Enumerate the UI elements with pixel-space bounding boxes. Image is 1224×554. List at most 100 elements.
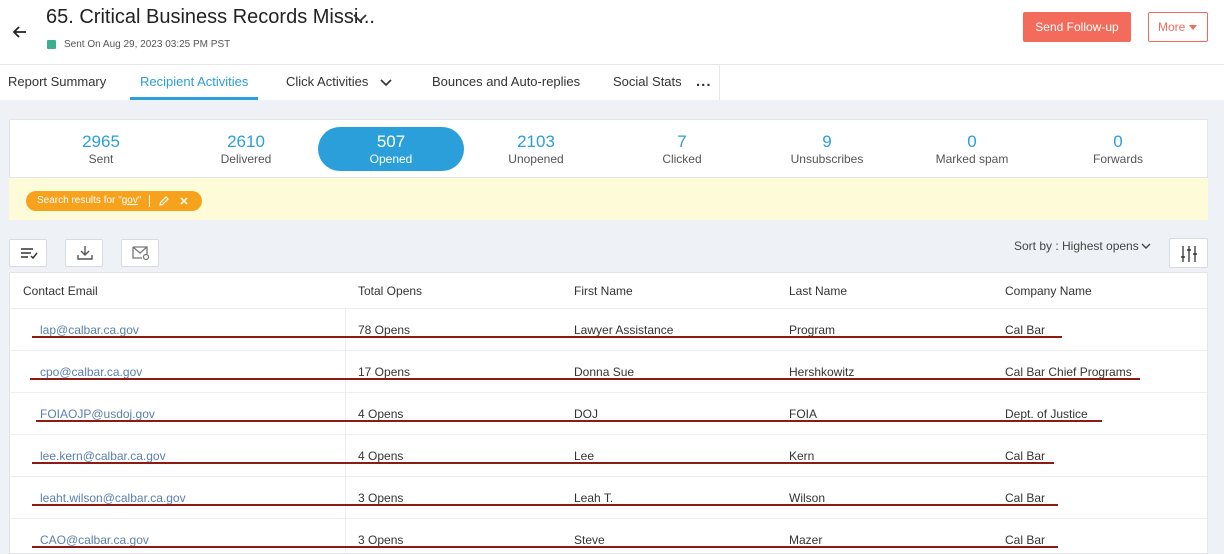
chip-query: gov [121, 195, 138, 206]
annotation-underline [32, 546, 1058, 548]
stat-label: Delivered [220, 152, 272, 166]
report-tabs: Report Summary Recipient Activities Clic… [0, 64, 720, 100]
status-text: Sent On Aug 29, 2023 03:25 PM PST [64, 39, 230, 50]
company-name-cell: Cal Bar [1005, 491, 1046, 505]
stat-value: 9 [822, 132, 832, 151]
contact-email-link[interactable]: leaht.wilson@calbar.ca.gov [40, 491, 186, 505]
status-indicator [47, 40, 56, 49]
stat-label: Marked spam [935, 152, 1009, 166]
total-opens-cell: 3 Opens [358, 533, 404, 547]
total-opens-cell: 3 Opens [358, 491, 404, 505]
download-button[interactable] [65, 239, 103, 267]
first-name-cell: Lawyer Assistance [574, 323, 674, 337]
stat-value: 2103 [517, 132, 555, 151]
tabbar-background [720, 64, 1224, 100]
column-divider [345, 519, 346, 554]
stat-unopened[interactable]: 2103 Unopened [463, 132, 609, 167]
column-settings-button[interactable] [1169, 238, 1208, 268]
back-arrow-icon[interactable] [10, 22, 30, 42]
stat-value: 2610 [227, 132, 265, 151]
stat-sent[interactable]: 2965 Sent [28, 132, 174, 167]
stat-value: 0 [967, 132, 977, 151]
annotation-underline [32, 462, 1054, 464]
table-row[interactable]: CAO@calbar.ca.gov 3 Opens Steve Mazer Ca… [10, 518, 1207, 554]
company-name-cell: Cal Bar [1005, 533, 1046, 547]
stat-label: Opened [369, 152, 413, 166]
chip-prefix: Search results for " [37, 195, 122, 206]
column-header-contact-email[interactable]: Contact Email [23, 284, 98, 298]
more-tabs-button[interactable]: ... [696, 73, 712, 90]
sort-dropdown[interactable]: Sort by : Highest opens [1014, 239, 1139, 253]
contact-email-link[interactable]: cpo@calbar.ca.gov [40, 365, 142, 379]
tab-bounces-auto-replies[interactable]: Bounces and Auto-replies [432, 74, 580, 89]
first-name-cell: Steve [574, 533, 605, 547]
mail-settings-button[interactable] [121, 239, 159, 267]
chevron-down-icon[interactable] [1141, 243, 1151, 250]
last-name-cell: Mazer [789, 533, 823, 547]
stat-marked-spam[interactable]: 0 Marked spam [899, 132, 1045, 167]
first-name-cell: DOJ [574, 407, 598, 421]
stat-unsubscribes[interactable]: 9 Unsubscribes [754, 132, 900, 167]
more-label: More [1158, 20, 1186, 34]
table-row[interactable]: cpo@calbar.ca.gov 17 Opens Donna Sue Her… [10, 350, 1207, 393]
company-name-cell: Dept. of Justice [1005, 407, 1088, 421]
list-filter-icon [21, 248, 38, 260]
stat-label: Forwards [1092, 152, 1143, 166]
column-header-company-name[interactable]: Company Name [1005, 284, 1092, 298]
stat-clicked[interactable]: 7 Clicked [609, 132, 755, 167]
stat-opened[interactable]: 507 Opened [318, 132, 464, 167]
tab-social-stats[interactable]: Social Stats [613, 74, 682, 89]
chevron-down-icon[interactable] [352, 12, 368, 24]
edit-pencil-icon[interactable] [158, 195, 170, 207]
stat-value: 7 [677, 132, 687, 151]
tab-recipient-activities[interactable]: Recipient Activities [140, 74, 248, 89]
total-opens-cell: 4 Opens [358, 407, 404, 421]
tab-click-activities[interactable]: Click Activities [286, 74, 368, 89]
contact-email-link[interactable]: CAO@calbar.ca.gov [40, 533, 149, 547]
stat-delivered[interactable]: 2610 Delivered [173, 132, 319, 167]
stat-value: 507 [376, 132, 406, 151]
table-row[interactable]: FOIAOJP@usdoj.gov 4 Opens DOJ FOIA Dept.… [10, 392, 1207, 435]
sent-date: On Aug 29, 2023 03:25 PM PST [87, 39, 231, 50]
stat-value: 0 [1113, 132, 1123, 151]
last-name-cell: Hershkowitz [789, 365, 855, 379]
status-label: Sent [64, 39, 85, 50]
page-title: 65. Critical Business Records Missi... [46, 6, 375, 28]
annotation-underline [30, 378, 1140, 380]
list-filter-button[interactable] [9, 239, 47, 267]
company-name-cell: Cal Bar [1005, 323, 1046, 337]
contact-email-link[interactable]: FOIAOJP@usdoj.gov [40, 407, 155, 421]
contact-email-link[interactable]: lee.kern@calbar.ca.gov [40, 449, 166, 463]
send-followup-button[interactable]: Send Follow-up [1023, 12, 1131, 42]
report-header: 65. Critical Business Records Missi... S… [0, 0, 1224, 64]
company-name-cell: Cal Bar [1005, 449, 1046, 463]
chip-suffix: " [137, 195, 142, 206]
column-header-last-name[interactable]: Last Name [789, 284, 847, 298]
active-tab-indicator [130, 97, 258, 100]
table-row[interactable]: lee.kern@calbar.ca.gov 4 Opens Lee Kern … [10, 434, 1207, 477]
caret-down-icon [1189, 25, 1197, 30]
first-name-cell: Lee [574, 449, 595, 463]
tab-report-summary[interactable]: Report Summary [8, 74, 106, 89]
column-divider [345, 477, 346, 519]
annotation-underline [32, 336, 1062, 338]
recipient-table: Contact Email Total Opens First Name Las… [9, 272, 1208, 554]
chevron-down-icon[interactable] [380, 79, 392, 87]
total-opens-cell: 78 Opens [358, 323, 411, 337]
more-button[interactable]: More [1148, 12, 1208, 42]
last-name-cell: Kern [789, 449, 815, 463]
column-header-total-opens[interactable]: Total Opens [358, 284, 422, 298]
table-toolbar: Sort by : Highest opens [9, 229, 1208, 273]
stat-label: Clicked [662, 152, 702, 166]
annotation-underline [32, 504, 1058, 506]
first-name-cell: Donna Sue [574, 365, 635, 379]
table-row[interactable]: leaht.wilson@calbar.ca.gov 3 Opens Leah … [10, 476, 1207, 519]
column-header-first-name[interactable]: First Name [574, 284, 633, 298]
column-divider [345, 309, 346, 351]
search-filter-chip[interactable]: Search results for "gov" [26, 191, 202, 211]
close-icon[interactable] [178, 195, 190, 207]
table-row[interactable]: lap@calbar.ca.gov 78 Opens Lawyer Assist… [10, 308, 1207, 351]
stat-forwards[interactable]: 0 Forwards [1045, 132, 1191, 167]
stat-value: 2965 [82, 132, 120, 151]
contact-email-link[interactable]: lap@calbar.ca.gov [40, 323, 139, 337]
